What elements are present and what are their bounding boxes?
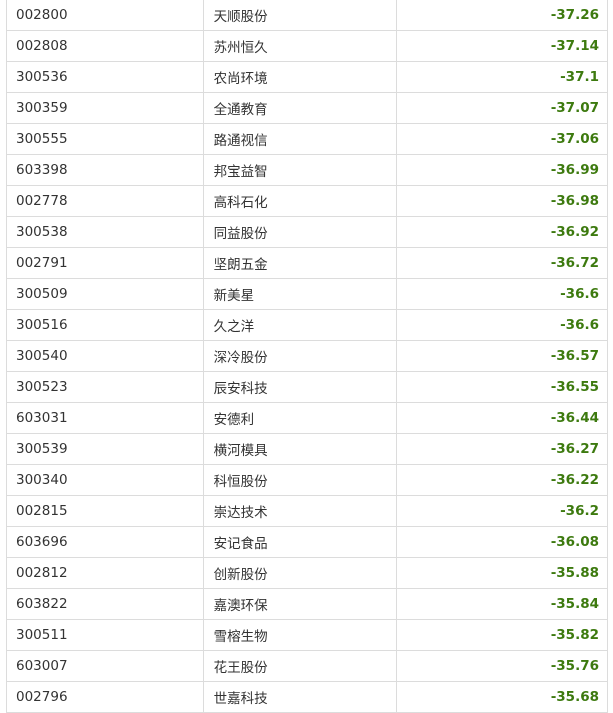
stock-name: 花王股份: [204, 651, 398, 681]
stock-code: 002800: [7, 0, 204, 30]
table-row: 603822 嘉澳环保 -35.84: [6, 589, 608, 620]
stock-code: 300511: [7, 620, 204, 650]
stock-name: 高科石化: [204, 186, 398, 216]
change-value: -35.76: [397, 651, 608, 681]
stock-name: 天顺股份: [204, 0, 398, 30]
stock-code: 300516: [7, 310, 204, 340]
stock-code: 300555: [7, 124, 204, 154]
change-value: -37.07: [397, 93, 608, 123]
change-value: -37.26: [397, 0, 608, 30]
stock-code: 002778: [7, 186, 204, 216]
stock-name: 科恒股份: [204, 465, 398, 495]
stock-code: 603696: [7, 527, 204, 557]
table-row: 002800 天顺股份 -37.26: [6, 0, 608, 31]
stock-code: 603031: [7, 403, 204, 433]
table-row: 002791 坚朗五金 -36.72: [6, 248, 608, 279]
change-value: -35.88: [397, 558, 608, 588]
stock-name: 邦宝益智: [204, 155, 398, 185]
table-row: 603031 安德利 -36.44: [6, 403, 608, 434]
stock-code: 300540: [7, 341, 204, 371]
table-row: 300359 全通教育 -37.07: [6, 93, 608, 124]
stock-code: 603007: [7, 651, 204, 681]
table-row: 603007 花王股份 -35.76: [6, 651, 608, 682]
stock-code: 300538: [7, 217, 204, 247]
change-value: -36.57: [397, 341, 608, 371]
stock-code: 300539: [7, 434, 204, 464]
stock-name: 安德利: [204, 403, 398, 433]
table-row: 603696 安记食品 -36.08: [6, 527, 608, 558]
stock-name: 路通视信: [204, 124, 398, 154]
change-value: -36.44: [397, 403, 608, 433]
stock-name: 苏州恒久: [204, 31, 398, 61]
stock-code: 300523: [7, 372, 204, 402]
stock-code: 603822: [7, 589, 204, 619]
stock-name: 嘉澳环保: [204, 589, 398, 619]
table-row: 300523 辰安科技 -36.55: [6, 372, 608, 403]
table-row: 002808 苏州恒久 -37.14: [6, 31, 608, 62]
stock-code: 603398: [7, 155, 204, 185]
table-row: 002815 崇达技术 -36.2: [6, 496, 608, 527]
stock-code: 300536: [7, 62, 204, 92]
table-row: 300511 雪榕生物 -35.82: [6, 620, 608, 651]
stock-name: 全通教育: [204, 93, 398, 123]
table-row: 300540 深冷股份 -36.57: [6, 341, 608, 372]
table-row: 300539 横河模具 -36.27: [6, 434, 608, 465]
table-row: 300555 路通视信 -37.06: [6, 124, 608, 155]
change-value: -37.1: [397, 62, 608, 92]
stock-name: 横河模具: [204, 434, 398, 464]
change-value: -36.72: [397, 248, 608, 278]
table-row: 300516 久之洋 -36.6: [6, 310, 608, 341]
table-row: 300536 农尚环境 -37.1: [6, 62, 608, 93]
change-value: -35.84: [397, 589, 608, 619]
table-row: 300509 新美星 -36.6: [6, 279, 608, 310]
stock-name: 同益股份: [204, 217, 398, 247]
stock-name: 世嘉科技: [204, 682, 398, 712]
change-value: -35.68: [397, 682, 608, 712]
change-value: -36.99: [397, 155, 608, 185]
stock-name: 坚朗五金: [204, 248, 398, 278]
table-row: 002796 世嘉科技 -35.68: [6, 682, 608, 713]
stock-code: 300509: [7, 279, 204, 309]
stock-name: 深冷股份: [204, 341, 398, 371]
stock-name: 辰安科技: [204, 372, 398, 402]
stock-code: 002791: [7, 248, 204, 278]
change-value: -36.27: [397, 434, 608, 464]
stock-name: 久之洋: [204, 310, 398, 340]
change-value: -36.6: [397, 279, 608, 309]
change-value: -37.06: [397, 124, 608, 154]
change-value: -36.22: [397, 465, 608, 495]
change-value: -37.14: [397, 31, 608, 61]
stock-name: 雪榕生物: [204, 620, 398, 650]
change-value: -36.2: [397, 496, 608, 526]
change-value: -36.92: [397, 217, 608, 247]
stock-name: 安记食品: [204, 527, 398, 557]
stock-code: 002808: [7, 31, 204, 61]
table-row: 002812 创新股份 -35.88: [6, 558, 608, 589]
table-row: 002778 高科石化 -36.98: [6, 186, 608, 217]
stock-table: 002800 天顺股份 -37.26 002808 苏州恒久 -37.14 30…: [6, 0, 608, 713]
stock-code: 300340: [7, 465, 204, 495]
stock-code: 002815: [7, 496, 204, 526]
stock-name: 新美星: [204, 279, 398, 309]
change-value: -36.6: [397, 310, 608, 340]
change-value: -36.55: [397, 372, 608, 402]
stock-name: 农尚环境: [204, 62, 398, 92]
change-value: -36.98: [397, 186, 608, 216]
change-value: -35.82: [397, 620, 608, 650]
table-row: 300538 同益股份 -36.92: [6, 217, 608, 248]
table-row: 603398 邦宝益智 -36.99: [6, 155, 608, 186]
table-row: 300340 科恒股份 -36.22: [6, 465, 608, 496]
stock-code: 300359: [7, 93, 204, 123]
stock-code: 002796: [7, 682, 204, 712]
change-value: -36.08: [397, 527, 608, 557]
stock-code: 002812: [7, 558, 204, 588]
stock-name: 崇达技术: [204, 496, 398, 526]
stock-name: 创新股份: [204, 558, 398, 588]
